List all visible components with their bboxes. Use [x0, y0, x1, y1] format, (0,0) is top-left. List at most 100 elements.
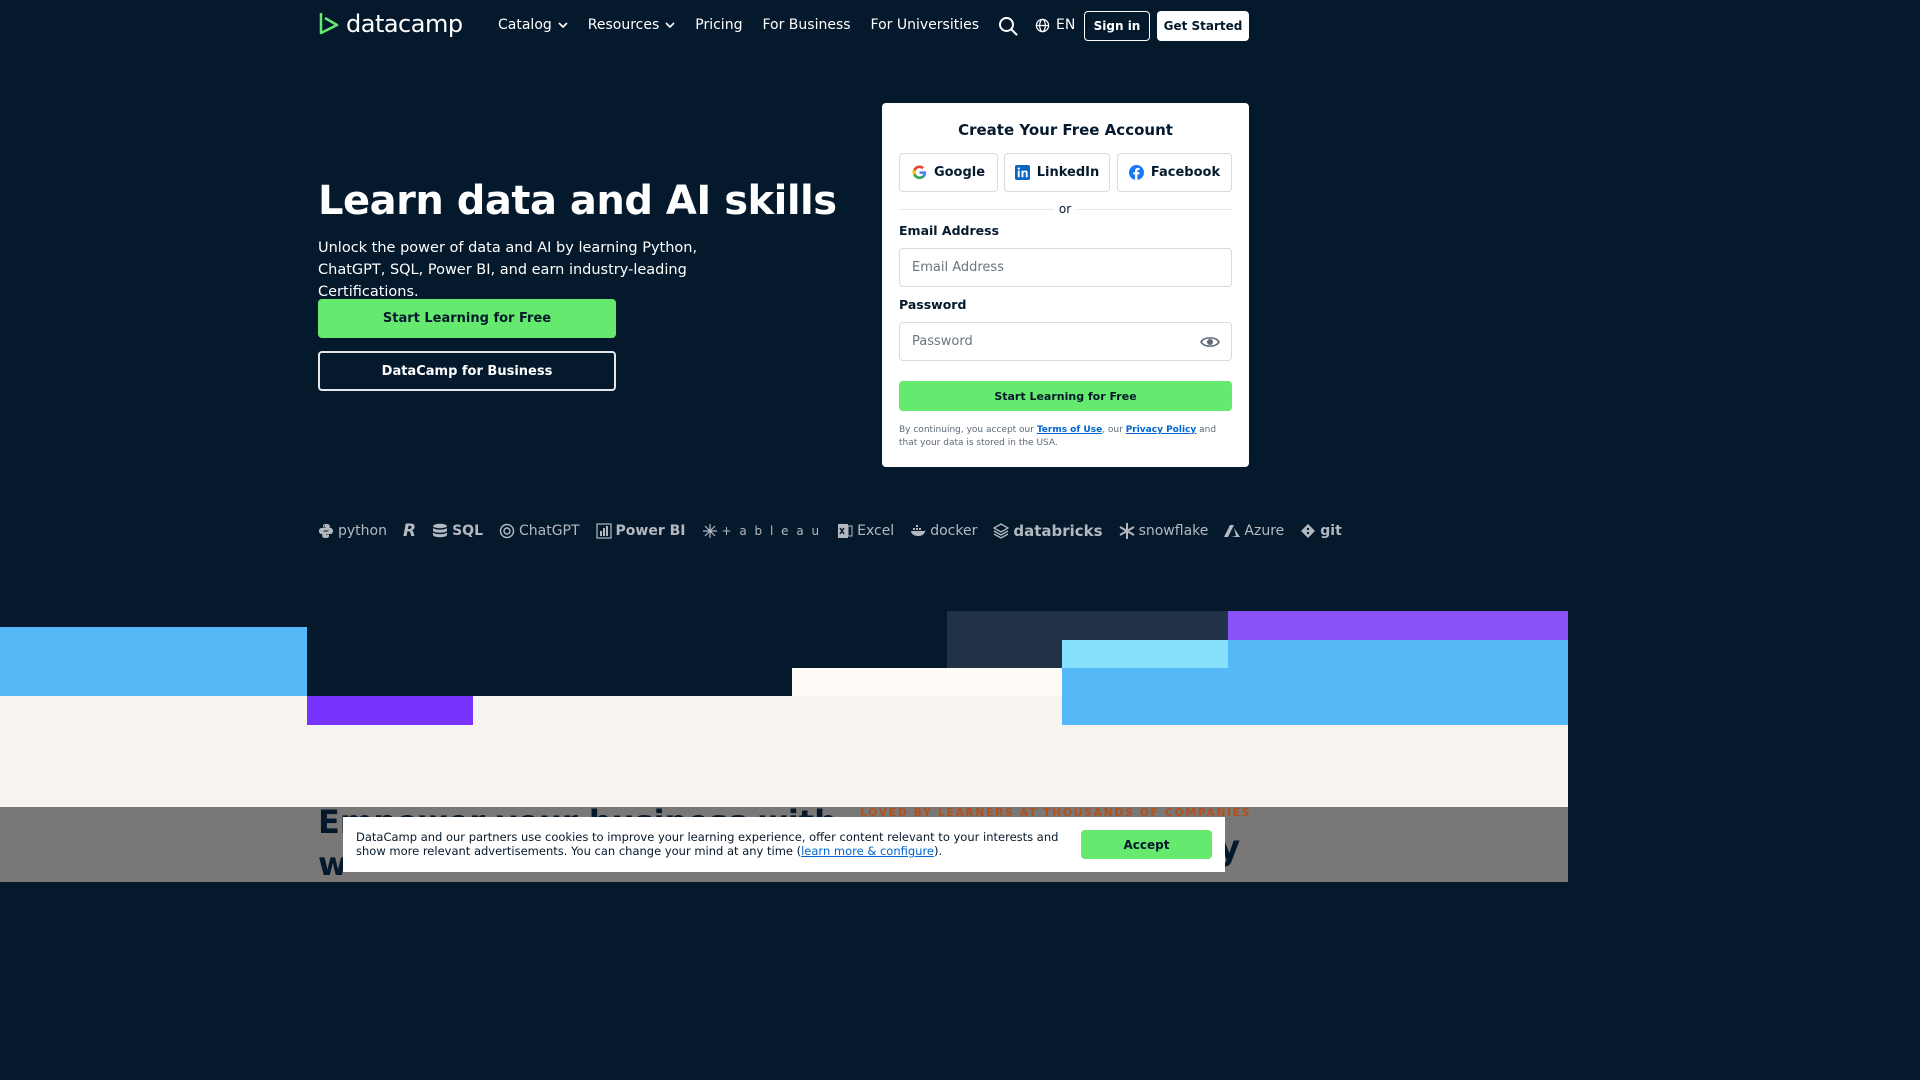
decor-block — [0, 627, 307, 696]
password-field[interactable] — [899, 322, 1232, 361]
cookie-message-end: ). — [934, 844, 943, 858]
legal-mid: , our — [1102, 425, 1126, 435]
docker-logo: docker — [910, 523, 977, 539]
decor-block — [307, 696, 473, 725]
nav-for-universities-label: For Universities — [870, 17, 979, 33]
accept-cookies-button[interactable]: Accept — [1081, 830, 1212, 859]
cookie-configure-link[interactable]: learn more & configure — [801, 844, 934, 858]
or-text: or — [1054, 202, 1076, 216]
snowflake-text: snowflake — [1138, 523, 1209, 539]
decor-block — [1228, 611, 1568, 640]
cookie-message: DataCamp and our partners use cookies to… — [356, 830, 1059, 858]
email-label: Email Address — [899, 223, 1000, 238]
google-signin-button[interactable]: Google — [899, 153, 998, 192]
datacamp-logo[interactable]: datacamp — [318, 10, 463, 38]
chatgpt-logo: ChatGPT — [499, 523, 580, 539]
nav-for-business[interactable]: For Business — [762, 17, 850, 33]
decor-block — [1228, 640, 1568, 725]
git-logo: git — [1300, 523, 1342, 539]
git-icon — [1301, 524, 1316, 538]
decor-block — [1062, 640, 1228, 668]
chevron-down-icon — [665, 22, 675, 29]
hero-subtitle: Unlock the power of data and AI by learn… — [318, 240, 698, 300]
get-started-button[interactable]: Get Started — [1157, 11, 1249, 41]
r-text: R — [402, 521, 417, 541]
datacamp-for-business-button[interactable]: DataCamp for Business — [318, 351, 616, 391]
nav-catalog[interactable]: Catalog — [498, 17, 568, 33]
datacamp-logo-icon — [319, 13, 339, 35]
python-text: python — [338, 523, 387, 539]
nav-catalog-label: Catalog — [498, 17, 552, 33]
bar-chart-icon — [595, 523, 612, 539]
legal-text: By continuing, you accept our Terms of U… — [899, 424, 1232, 450]
linkedin-label: LinkedIn — [1036, 165, 1100, 180]
chevron-down-icon — [558, 22, 568, 29]
start-learning-button[interactable]: Start Learning for Free — [318, 299, 616, 338]
snowflake-logo: snowflake — [1119, 523, 1209, 539]
eye-icon[interactable] — [1200, 334, 1220, 350]
nav-pricing[interactable]: Pricing — [695, 17, 742, 33]
decor-block — [0, 696, 307, 725]
azure-text: Azure — [1244, 523, 1285, 539]
snowflake-icon — [1119, 523, 1135, 539]
linkedin-icon — [1014, 165, 1030, 180]
azure-logo: Azure — [1224, 523, 1284, 539]
nav-for-business-label: For Business — [762, 17, 851, 33]
linkedin-signin-button[interactable]: LinkedIn — [1004, 153, 1110, 192]
password-label: Password — [899, 297, 967, 312]
terms-link[interactable]: Terms of Use — [1037, 425, 1102, 435]
decor-block — [1062, 668, 1228, 725]
top-nav: datacamp Catalog Resources Pricing For B… — [0, 0, 1568, 52]
logo-text: datacamp — [346, 10, 463, 38]
sql-logo: SQL — [432, 523, 483, 539]
databricks-logo: databricks — [993, 522, 1103, 540]
docker-text: docker — [930, 523, 978, 539]
globe-icon — [1035, 18, 1050, 32]
powerbi-text: Power BI — [615, 523, 686, 539]
tech-logos: python R SQL ChatGPT Power BI + a b l e … — [318, 521, 1342, 541]
git-text: git — [1320, 523, 1342, 539]
sql-text: SQL — [452, 523, 483, 539]
openai-icon — [499, 523, 515, 539]
decor-block — [473, 696, 1062, 725]
language-label: EN — [1056, 17, 1076, 33]
sign-in-button[interactable]: Sign in — [1084, 11, 1150, 41]
python-logo: python — [318, 523, 387, 539]
google-label: Google — [933, 165, 986, 180]
signup-submit-button[interactable]: Start Learning for Free — [899, 381, 1232, 411]
excel-text: Excel — [857, 523, 895, 539]
facebook-signin-button[interactable]: Facebook — [1117, 153, 1232, 192]
powerbi-logo: Power BI — [595, 523, 686, 539]
search-icon[interactable] — [998, 16, 1018, 36]
tableau-logo: + a b l e a u — [702, 523, 822, 539]
hero-title: Learn data and AI skills — [318, 178, 837, 224]
privacy-link[interactable]: Privacy Policy — [1126, 425, 1197, 435]
cookie-banner: DataCamp and our partners use cookies to… — [343, 817, 1225, 872]
signup-card: Create Your Free Account Google LinkedIn… — [882, 103, 1249, 467]
email-field[interactable] — [899, 248, 1232, 287]
nav-links: Catalog Resources Pricing For Business F… — [498, 17, 979, 33]
facebook-icon — [1128, 165, 1144, 180]
databricks-text: databricks — [1013, 522, 1103, 540]
nav-pricing-label: Pricing — [695, 17, 743, 33]
language-selector[interactable]: EN — [1035, 17, 1075, 33]
nav-resources-label: Resources — [587, 17, 660, 33]
azure-icon — [1224, 525, 1241, 537]
excel-icon — [838, 524, 853, 538]
tableau-text: + a b l e a u — [721, 524, 822, 538]
excel-logo: Excel — [837, 523, 894, 539]
database-icon — [433, 523, 448, 538]
signup-title: Create Your Free Account — [958, 121, 1173, 139]
databricks-icon — [993, 523, 1010, 539]
decor-block — [792, 668, 1062, 696]
docker-icon — [911, 525, 926, 536]
legal-prefix: By continuing, you accept our — [899, 425, 1037, 435]
nav-resources[interactable]: Resources — [588, 17, 676, 33]
chatgpt-text: ChatGPT — [518, 523, 580, 539]
python-icon — [319, 524, 333, 538]
google-icon — [912, 165, 926, 180]
r-logo: R — [403, 521, 416, 541]
cookie-text: DataCamp and our partners use cookies to… — [356, 830, 1076, 858]
nav-for-universities[interactable]: For Universities — [871, 17, 979, 33]
facebook-label: Facebook — [1150, 165, 1221, 180]
